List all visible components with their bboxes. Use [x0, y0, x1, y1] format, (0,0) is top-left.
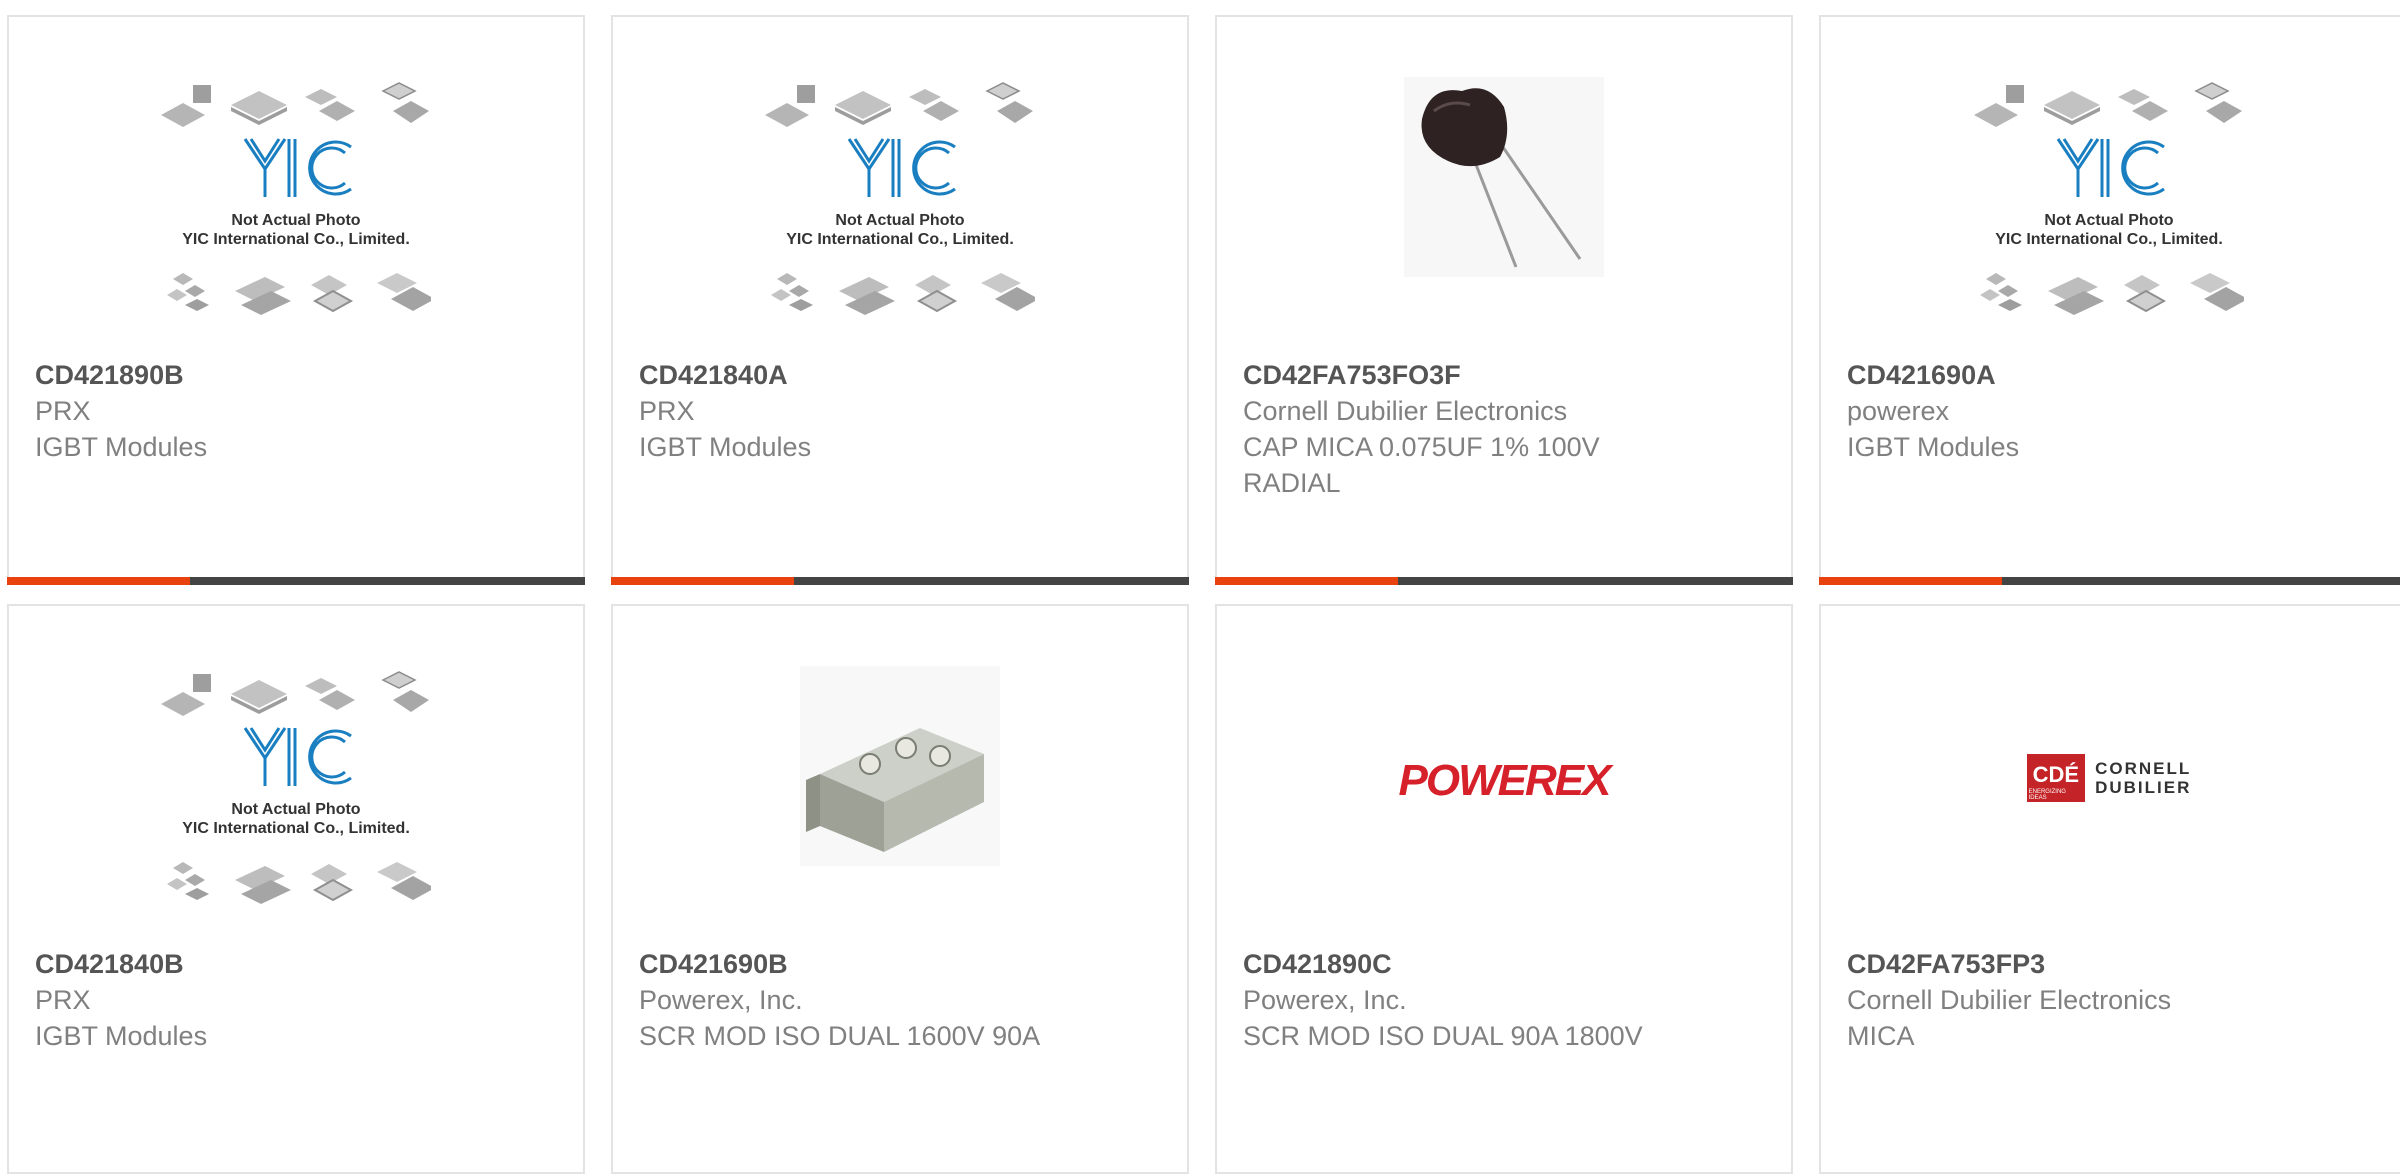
svg-text:YIC International Co., Limited: YIC International Co., Limited.: [1995, 231, 2223, 248]
card-accent-bar: [1215, 577, 1398, 585]
product-image: CDÉ ENERGIZING IDEAS CORNELL DUBILIER: [1821, 666, 2397, 946]
manufacturer: powerex: [1847, 396, 1950, 426]
description: SCR MOD ISO DUAL 90A 1800V: [1243, 1021, 1643, 1051]
description-cont: RADIAL: [1243, 468, 1341, 498]
product-card[interactable]: CD421690B Powerex, Inc. SCR MOD ISO DUAL…: [611, 604, 1189, 1174]
product-image: POWEREX: [1217, 666, 1791, 946]
card-accent-bar: [1819, 577, 2002, 585]
manufacturer: Cornell Dubilier Electronics: [1847, 985, 2172, 1015]
svg-text:Not Actual Photo: Not Actual Photo: [2044, 212, 2173, 229]
not-actual-photo-placeholder: Not Actual Photo YIC International Co., L…: [1974, 77, 2244, 317]
description: SCR MOD ISO DUAL 1600V 90A: [639, 1021, 1041, 1051]
description: IGBT Modules: [1847, 432, 2020, 462]
manufacturer: Powerex, Inc.: [1243, 985, 1407, 1015]
manufacturer: PRX: [35, 396, 91, 426]
product-card[interactable]: Not Actual Photo YIC International Co., L…: [1819, 15, 2400, 585]
svg-text:YIC International Co., Limited: YIC International Co., Limited.: [182, 231, 410, 248]
part-number[interactable]: CD421840B: [35, 946, 563, 982]
product-card[interactable]: Not Actual Photo YIC International Co., L…: [611, 15, 1189, 585]
product-card[interactable]: Not Actual Photo YIC International Co., L…: [7, 604, 585, 1174]
card-accent-bar: [7, 577, 190, 585]
description: IGBT Modules: [639, 432, 812, 462]
part-number[interactable]: CD421690B: [639, 946, 1167, 982]
not-actual-photo-placeholder: Not Actual Photo YIC International Co., L…: [161, 77, 431, 317]
svg-text:Not Actual Photo: Not Actual Photo: [835, 212, 964, 229]
powerex-logo: POWEREX: [1398, 756, 1612, 805]
manufacturer: Powerex, Inc.: [639, 985, 803, 1015]
card-accent-bar: [611, 577, 794, 585]
card-bottom-bar: [1819, 577, 2400, 585]
part-number[interactable]: CD421890C: [1243, 946, 1771, 982]
part-number[interactable]: CD421890B: [35, 357, 563, 393]
product-image: Not Actual Photo YIC International Co., L…: [613, 77, 1187, 357]
mica-capacitor-photo: [1404, 77, 1604, 282]
description: IGBT Modules: [35, 432, 208, 462]
svg-text:YIC International Co., Limited: YIC International Co., Limited.: [786, 231, 1014, 248]
manufacturer: PRX: [639, 396, 695, 426]
svg-text:Not Actual Photo: Not Actual Photo: [231, 212, 360, 229]
card-bottom-bar: [1215, 577, 1793, 585]
product-card[interactable]: CDÉ ENERGIZING IDEAS CORNELL DUBILIER CD42F…: [1819, 604, 2400, 1174]
product-image: Not Actual Photo YIC International Co., L…: [1821, 77, 2397, 357]
card-bottom-bar: [7, 577, 585, 585]
part-number[interactable]: CD421840A: [639, 357, 1167, 393]
description: CAP MICA 0.075UF 1% 100V: [1243, 432, 1600, 462]
part-number[interactable]: CD421690A: [1847, 357, 2387, 393]
manufacturer: PRX: [35, 985, 91, 1015]
scr-module-photo: [800, 666, 1000, 871]
product-card[interactable]: POWEREX CD421890C Powerex, Inc. SCR MOD …: [1215, 604, 1793, 1174]
part-number[interactable]: CD42FA753FP3: [1847, 946, 2387, 982]
not-actual-photo-placeholder: Not Actual Photo YIC International Co., L…: [161, 666, 431, 906]
product-image: [613, 666, 1187, 946]
part-number[interactable]: CD42FA753FO3F: [1243, 357, 1771, 393]
svg-text:Not Actual Photo: Not Actual Photo: [231, 801, 360, 818]
svg-text:YIC International Co., Limited: YIC International Co., Limited.: [182, 820, 410, 837]
product-image: Not Actual Photo YIC International Co., L…: [9, 666, 583, 946]
manufacturer: Cornell Dubilier Electronics: [1243, 396, 1568, 426]
product-card[interactable]: Not Actual Photo YIC International Co., L…: [7, 15, 585, 585]
product-image: [1217, 77, 1791, 357]
card-bottom-bar: [611, 577, 1189, 585]
product-image: Not Actual Photo YIC International Co., L…: [9, 77, 583, 357]
product-card[interactable]: CD42FA753FO3F Cornell Dubilier Electroni…: [1215, 15, 1793, 585]
description: IGBT Modules: [35, 1021, 208, 1051]
description: MICA: [1847, 1021, 1915, 1051]
cornell-dubilier-logo: CDÉ ENERGIZING IDEAS CORNELL DUBILIER: [2026, 754, 2192, 802]
not-actual-photo-placeholder: Not Actual Photo YIC International Co., L…: [765, 77, 1035, 317]
